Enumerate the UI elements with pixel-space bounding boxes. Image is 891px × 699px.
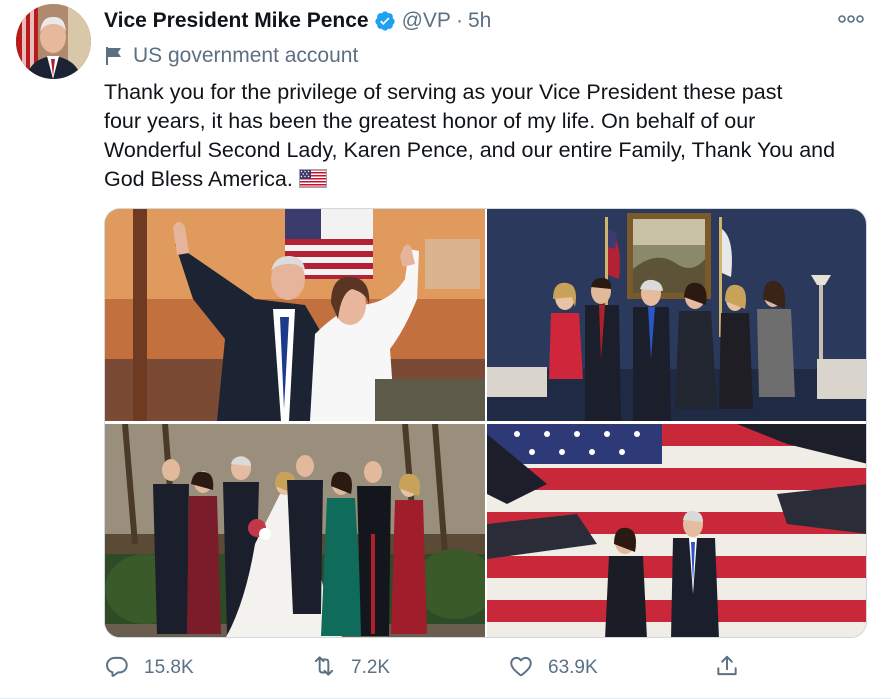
tweet-text-line: Wonderful Second Lady, Karen Pence, and …: [104, 138, 836, 162]
like-button[interactable]: 63.9K: [508, 653, 598, 683]
tweet-media-grid: [104, 208, 867, 638]
header-separator: ·: [455, 9, 463, 32]
photo-wedding-family[interactable]: [105, 424, 485, 637]
retweet-button[interactable]: 7.2K: [311, 653, 390, 683]
reply-button[interactable]: 15.8K: [104, 653, 194, 683]
tweet-text: Thank you for the privilege of serving a…: [104, 78, 879, 194]
government-label[interactable]: US government account: [105, 44, 358, 68]
reply-icon: [104, 653, 130, 684]
author-name[interactable]: Vice President Mike Pence: [104, 9, 369, 33]
author-handle[interactable]: @VP: [402, 9, 451, 33]
retweet-count: 7.2K: [351, 657, 391, 678]
tweet-text-line: four years, it has been the greatest hon…: [104, 109, 756, 133]
us-flag-emoji-icon: [298, 167, 327, 188]
tweet-header: Vice President Mike Pence @VP · 5h: [104, 6, 491, 36]
tweet-actions: 15.8K 7.2K 63.9K: [104, 653, 744, 683]
share-icon: [714, 653, 740, 684]
photo-family-office[interactable]: [487, 209, 866, 421]
author-avatar[interactable]: [16, 4, 91, 79]
tweet-timestamp[interactable]: 5h: [468, 9, 491, 33]
verified-icon: [374, 10, 396, 32]
more-icon[interactable]: [837, 10, 865, 28]
reply-count: 15.8K: [144, 657, 194, 678]
like-icon: [508, 653, 534, 684]
photo-waving-couple[interactable]: [105, 209, 485, 421]
tweet[interactable]: Vice President Mike Pence @VP · 5h US go…: [0, 0, 891, 699]
tweet-text-line: Thank you for the privilege of serving a…: [104, 80, 783, 104]
government-flag-icon: [105, 46, 123, 66]
tweet-text-line: God Bless America.: [104, 167, 293, 191]
photo-flag-stage[interactable]: [487, 424, 866, 637]
retweet-icon: [311, 653, 337, 684]
government-label-text: US government account: [133, 44, 359, 67]
like-count: 63.9K: [548, 657, 598, 678]
tweet-text-line-last: God Bless America.: [104, 165, 879, 194]
share-button[interactable]: [714, 653, 740, 683]
